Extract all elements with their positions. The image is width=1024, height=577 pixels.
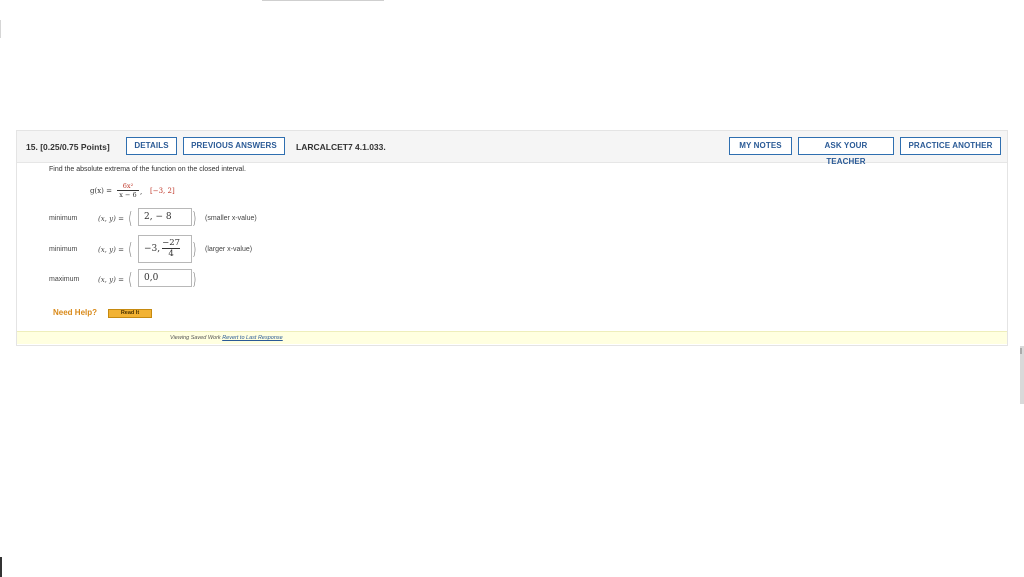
equals-sign: = [118,276,124,284]
close-paren: ) [192,209,197,229]
row-label: minimum [49,246,78,253]
open-paren: ( [128,240,133,260]
open-paren: ( [128,209,133,229]
answer-fraction: −27 4 [162,238,181,259]
row-xy: (x, y) = [98,215,124,223]
answer-input[interactable]: 0,0 [138,269,192,287]
question-prompt: Find the absolute extrema of the functio… [49,166,246,173]
question-body: Find the absolute extrema of the functio… [17,163,1007,345]
question-header: 15. [0.25/0.75 Points] DETAILS PREVIOUS … [17,131,1007,166]
scrollbar[interactable] [1020,346,1024,404]
saved-work-status: Viewing Saved Work Revert to Last Respon… [170,335,283,341]
equals-sign: = [118,246,124,254]
ask-your-teacher-button[interactable]: ASK YOUR TEACHER [798,137,894,166]
question-number-points: 15. [0.25/0.75 Points] [26,142,110,152]
function-denominator: x − 6 [119,190,137,199]
function-fraction: 6x² x − 6 [117,182,139,199]
saved-work-bar: Viewing Saved Work Revert to Last Respon… [17,331,1007,344]
previous-answers-button[interactable]: PREVIOUS ANSWERS [183,137,285,155]
question-panel: 15. [0.25/0.75 Points] DETAILS PREVIOUS … [16,130,1008,346]
bottom-edge-marker [0,557,2,577]
scrollbar-thumb[interactable] [1020,348,1022,354]
function-lhs: g(x) = [90,187,112,195]
practice-another-button[interactable]: PRACTICE ANOTHER [900,137,1001,155]
answer-numerator: −27 [162,238,181,249]
question-points: [0.25/0.75 Points] [40,142,110,152]
row-xy: (x, y) = [98,276,124,284]
equals-sign: = [118,215,124,223]
answer-input[interactable]: 2, − 8 [138,208,192,226]
answer-input[interactable]: −3, −27 4 [138,235,192,263]
my-notes-button[interactable]: MY NOTES [729,137,792,155]
function-interval: [−3, 2] [150,187,175,195]
answer-denominator: 4 [168,248,174,259]
row-label: maximum [49,276,80,283]
function-numerator: 6x² [122,182,134,190]
xy-symbol: (x, y) [98,276,116,284]
row-label: minimum [49,215,78,222]
xy-symbol: (x, y) [98,246,116,254]
close-paren: ) [192,240,197,260]
revert-link[interactable]: Revert to Last Response [222,335,283,341]
xy-symbol: (x, y) [98,215,116,223]
close-paren: ) [192,270,197,290]
left-edge-marker [0,20,1,38]
row-note: (larger x-value) [205,246,253,253]
question-code: LARCALCET7 4.1.033. [296,142,386,152]
details-button[interactable]: DETAILS [126,137,177,155]
saved-work-label: Viewing Saved Work [170,335,221,341]
function-separator: , [140,188,143,196]
open-paren: ( [128,270,133,290]
row-note: (smaller x-value) [205,215,257,222]
top-divider [262,0,384,1]
read-it-button[interactable]: Read It [108,309,152,318]
row-xy: (x, y) = [98,246,124,254]
need-help-label: Need Help? [53,308,98,317]
question-number: 15. [26,142,38,152]
answer-prefix: −3, [144,244,161,254]
